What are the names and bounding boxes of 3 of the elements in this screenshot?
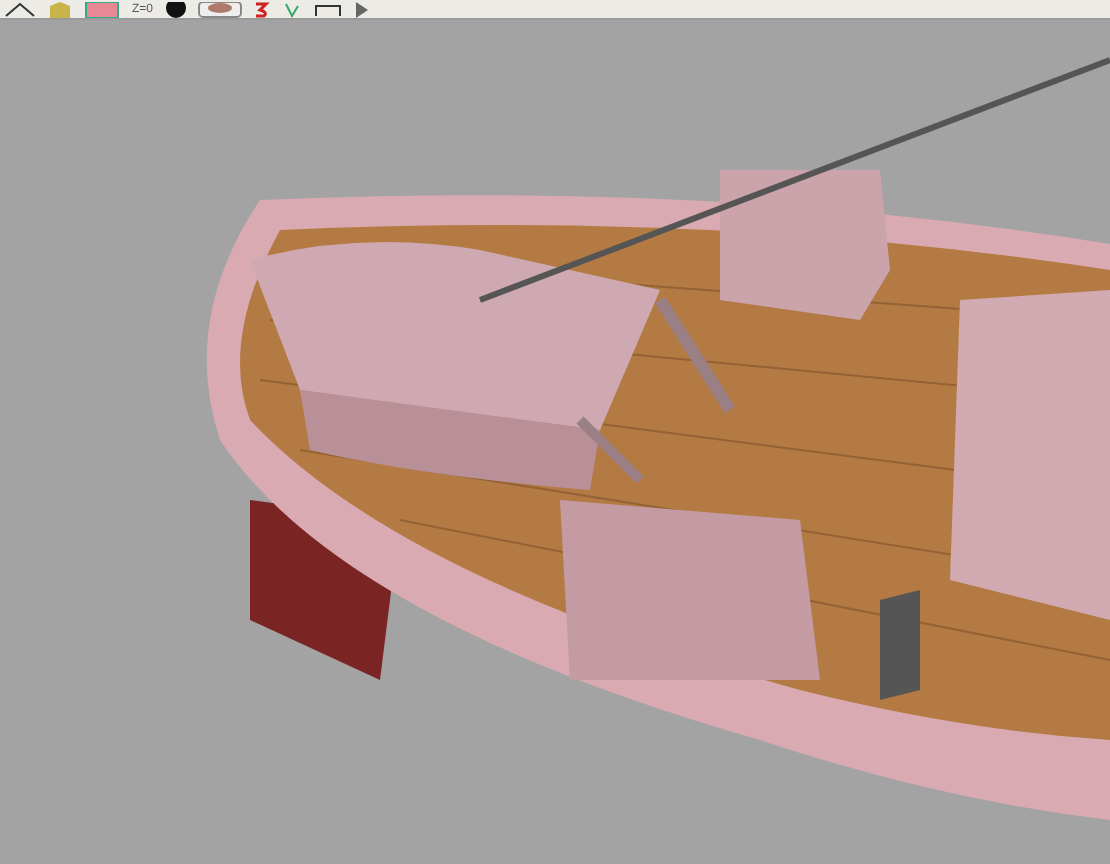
plate-icon[interactable] — [197, 2, 242, 18]
three-glyph-icon[interactable] — [253, 2, 270, 18]
line-icon[interactable] — [4, 2, 36, 18]
